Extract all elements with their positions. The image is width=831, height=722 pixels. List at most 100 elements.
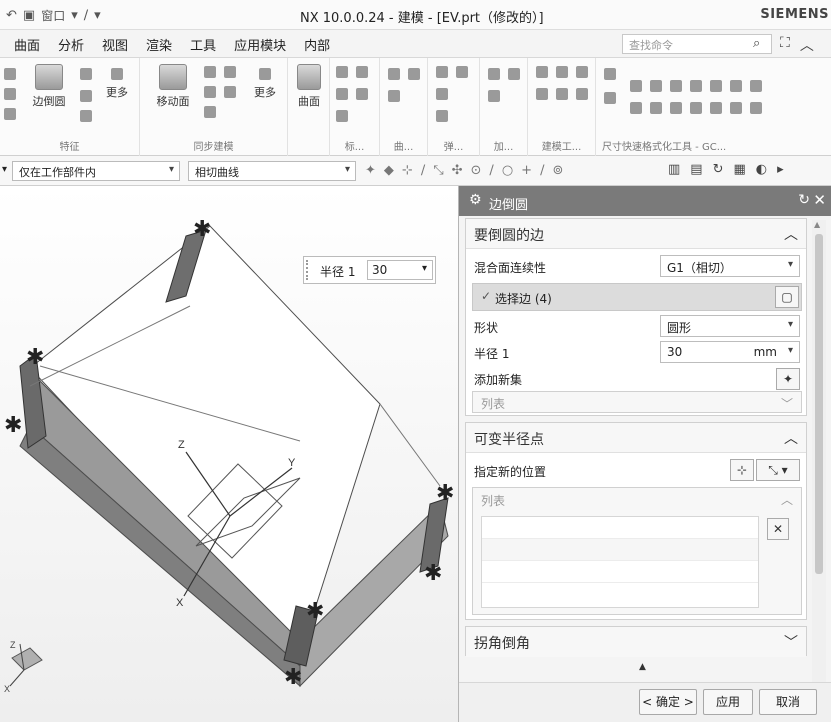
curve-icon[interactable] bbox=[388, 68, 400, 80]
chevron-down-icon[interactable]: ﹀ bbox=[781, 395, 793, 412]
pull-face-icon[interactable] bbox=[204, 66, 216, 78]
dropdown-icon[interactable]: ▾ bbox=[71, 8, 78, 23]
select-edge-row[interactable]: ✓ 选择边 (4) ▢ bbox=[472, 283, 802, 311]
window-icon[interactable]: ▣ bbox=[23, 8, 35, 23]
snap-point-icon[interactable]: ✦ bbox=[365, 163, 376, 178]
offset-region-icon[interactable] bbox=[224, 66, 236, 78]
text-style-icon[interactable] bbox=[710, 80, 722, 92]
menu-item-render[interactable]: 渲染 bbox=[146, 35, 172, 54]
chevron-icon[interactable]: ▾ bbox=[2, 164, 7, 175]
handle-marker[interactable]: ✱ bbox=[26, 345, 44, 370]
value-icon[interactable] bbox=[730, 80, 742, 92]
list-item[interactable] bbox=[482, 517, 758, 539]
csys-icon[interactable] bbox=[356, 66, 368, 78]
delete-face-icon[interactable] bbox=[224, 86, 236, 98]
scroll-thumb[interactable] bbox=[815, 234, 823, 574]
plane-icon[interactable] bbox=[356, 88, 368, 100]
axis-icon[interactable] bbox=[336, 110, 348, 122]
section-icon[interactable] bbox=[556, 88, 568, 100]
search-icon[interactable]: ⌕ bbox=[753, 36, 760, 51]
surface-button[interactable]: 曲面 bbox=[292, 64, 326, 109]
datum-icon[interactable] bbox=[336, 66, 348, 78]
point-infer-dropdown[interactable]: ⤡ ▾ bbox=[756, 459, 800, 481]
analysis-icon[interactable] bbox=[576, 88, 588, 100]
sync-more-button[interactable]: 更多 bbox=[248, 68, 282, 100]
intersect-icon[interactable] bbox=[488, 90, 500, 102]
close-icon[interactable]: ✕ bbox=[813, 191, 826, 209]
chevron-up-icon[interactable]: ︿ bbox=[784, 224, 798, 244]
radius-input[interactable]: 30 mm ▾ bbox=[660, 341, 800, 363]
feature-more-button[interactable]: 更多 bbox=[100, 68, 134, 100]
format-icon[interactable] bbox=[690, 80, 702, 92]
scroll-up-icon[interactable]: ▲ bbox=[814, 220, 820, 229]
spring-icon[interactable] bbox=[436, 66, 448, 78]
chevron-down-icon[interactable]: ﹀ bbox=[784, 632, 798, 652]
dropdown-icon[interactable] bbox=[750, 102, 762, 114]
mid-point-icon[interactable]: ⊹ bbox=[402, 163, 413, 178]
resize-blend-icon[interactable] bbox=[204, 106, 216, 118]
pattern-icon[interactable] bbox=[80, 110, 92, 122]
chevron-up-icon[interactable]: ︿ bbox=[784, 428, 798, 448]
angular-dim-icon[interactable] bbox=[670, 102, 682, 114]
menu-item-analysis[interactable]: 分析 bbox=[58, 35, 84, 54]
line-icon[interactable] bbox=[408, 68, 420, 80]
fullscreen-icon[interactable]: ⛶ bbox=[780, 35, 790, 55]
menu-item-surface[interactable]: 曲面 bbox=[14, 35, 40, 54]
list-item[interactable] bbox=[482, 561, 758, 583]
cube-icon[interactable]: ▢ bbox=[775, 286, 799, 308]
shell-icon[interactable] bbox=[80, 90, 92, 102]
helix-icon[interactable] bbox=[436, 110, 448, 122]
section-header[interactable]: 可变半径点 ︿ bbox=[466, 423, 806, 453]
point-on-face-icon[interactable]: ∕ bbox=[540, 163, 544, 178]
arc-center-icon[interactable]: ∕ bbox=[489, 163, 493, 178]
menu-item-view[interactable]: 视图 bbox=[102, 35, 128, 54]
point-on-curve-icon[interactable]: ○ bbox=[502, 163, 513, 178]
end-point-icon[interactable]: ◆ bbox=[384, 163, 394, 178]
shape-dropdown[interactable]: 圆形 ▾ bbox=[660, 315, 800, 337]
phi-icon[interactable] bbox=[730, 102, 742, 114]
display-mode-icon[interactable]: ▦ bbox=[734, 162, 746, 177]
list-table[interactable] bbox=[481, 516, 759, 608]
revolve-icon[interactable] bbox=[4, 88, 16, 100]
arc-icon[interactable] bbox=[388, 90, 400, 102]
command-search-input[interactable]: 查找命令 bbox=[622, 34, 772, 54]
menu-item-applications[interactable]: 应用模块 bbox=[234, 35, 286, 54]
tolerance-icon[interactable] bbox=[650, 80, 662, 92]
undo-icon[interactable]: ↶ bbox=[6, 8, 17, 23]
triangle-icon[interactable] bbox=[536, 66, 548, 78]
reset-icon[interactable]: ↻ bbox=[798, 192, 810, 208]
subtract-icon[interactable] bbox=[508, 68, 520, 80]
ok-button[interactable]: < 确定 > bbox=[639, 689, 697, 715]
edit-icon[interactable] bbox=[456, 66, 468, 78]
handle-marker[interactable]: ✱ bbox=[436, 481, 454, 506]
center-icon[interactable]: ⊙ bbox=[471, 163, 482, 178]
window-menu[interactable]: 窗口 bbox=[41, 7, 65, 24]
section-header[interactable]: 拐角倒角 ﹀ bbox=[466, 627, 806, 657]
point-icon[interactable] bbox=[336, 88, 348, 100]
cancel-button[interactable]: 取消 bbox=[759, 689, 817, 715]
control-point-icon[interactable]: ∕ bbox=[421, 163, 425, 178]
ribbon-collapse-icon[interactable]: ︿ bbox=[800, 35, 814, 55]
bounded-icon[interactable]: ⊚ bbox=[552, 163, 563, 178]
rotate-icon[interactable]: ↻ bbox=[713, 162, 724, 177]
hole-icon[interactable] bbox=[4, 108, 16, 120]
menu-item-internal[interactable]: 内部 bbox=[304, 35, 330, 54]
gc-tool-icon[interactable] bbox=[604, 68, 616, 80]
expression-icon[interactable] bbox=[576, 66, 588, 78]
edge-blend-button[interactable]: 边倒圆 bbox=[24, 64, 74, 109]
section-header[interactable]: 要倒圆的边 ︿ bbox=[466, 219, 806, 249]
selection-filter-dropdown[interactable]: 仅在工作部件内 ▾ bbox=[12, 161, 180, 181]
gc-format-icon[interactable] bbox=[604, 92, 616, 104]
handle-marker[interactable]: ✱ bbox=[284, 665, 302, 690]
chevron-up-icon[interactable]: ︿ bbox=[781, 491, 793, 508]
add-set-icon[interactable]: ✦ bbox=[776, 368, 800, 390]
intersection-icon[interactable]: ⤡ bbox=[433, 163, 443, 178]
precision-icon[interactable] bbox=[670, 80, 682, 92]
more-view-icon[interactable]: ▸ bbox=[777, 162, 784, 177]
radius-popup-input[interactable]: 30 ▾ bbox=[367, 260, 433, 280]
menu-item-tools[interactable]: 工具 bbox=[190, 35, 216, 54]
drag-grip-icon[interactable] bbox=[306, 260, 310, 280]
gear-icon[interactable]: ⚙ bbox=[469, 192, 482, 208]
replace-face-icon[interactable] bbox=[204, 86, 216, 98]
continuity-dropdown[interactable]: G1（相切） ▾ bbox=[660, 255, 800, 277]
